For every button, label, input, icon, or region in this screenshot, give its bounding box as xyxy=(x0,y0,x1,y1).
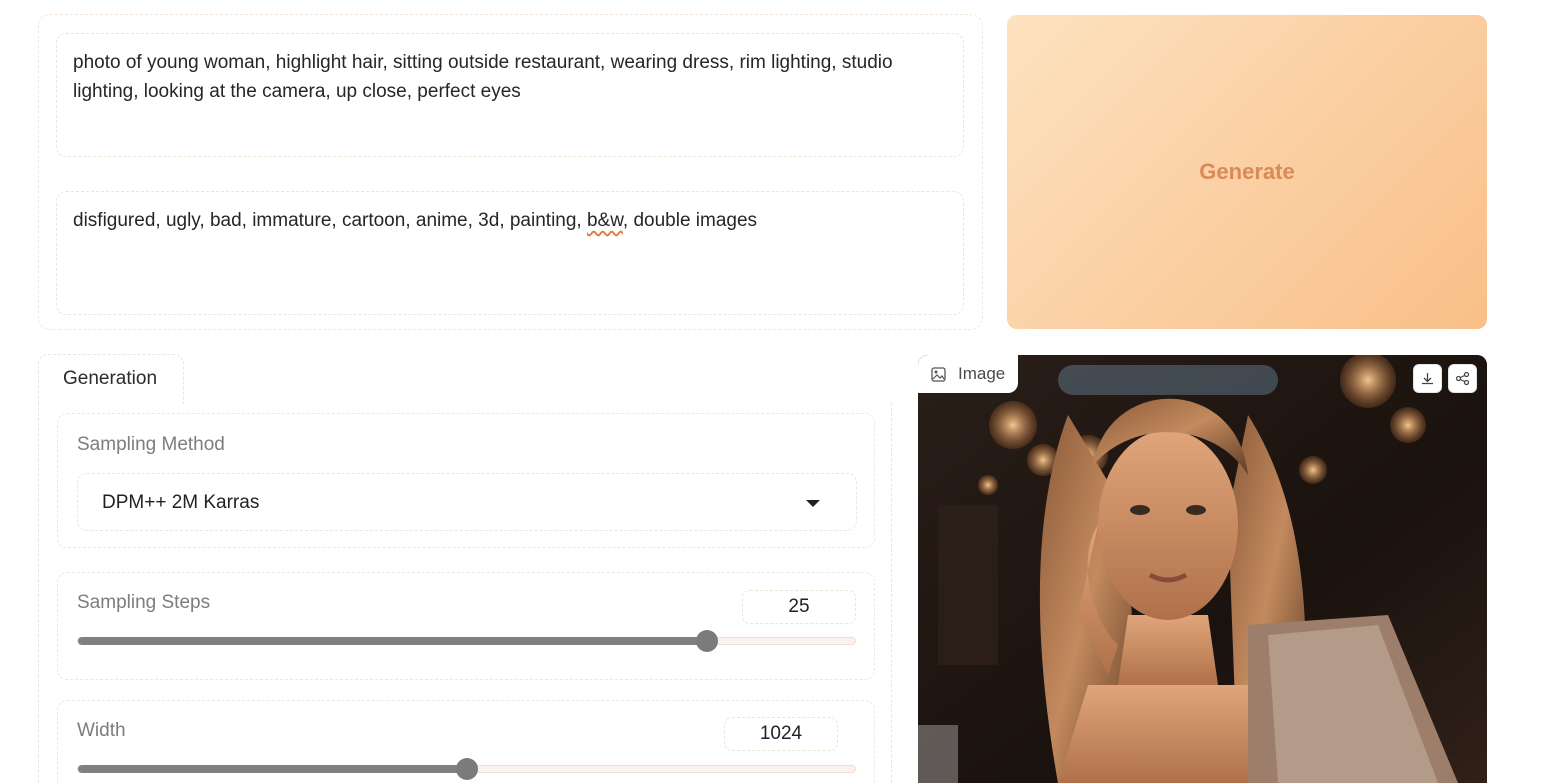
output-image-panel: Image xyxy=(918,355,1487,783)
generate-button[interactable]: Generate xyxy=(1007,15,1487,329)
share-icon xyxy=(1455,371,1470,386)
slider-fill xyxy=(78,637,708,645)
sampling-method-dropdown[interactable]: DPM++ 2M Karras xyxy=(77,473,857,531)
download-icon xyxy=(1422,373,1433,385)
generated-portrait-image xyxy=(918,355,1487,783)
negative-prompt-text: disfigured, ugly, bad, immature, cartoon… xyxy=(73,210,587,231)
caret-down-icon xyxy=(806,500,820,507)
sampling-steps-block: Sampling Steps xyxy=(57,572,875,680)
positive-prompt-input[interactable]: photo of young woman, highlight hair, si… xyxy=(56,33,964,157)
slider-thumb[interactable] xyxy=(455,758,478,780)
width-slider[interactable] xyxy=(77,758,856,780)
sampling-method-label: Sampling Method xyxy=(77,434,225,455)
download-button[interactable] xyxy=(1413,364,1442,393)
tab-content-generation: Sampling Method DPM++ 2M Karras Sampling… xyxy=(38,403,892,783)
slider-fill xyxy=(78,765,467,773)
sampling-steps-label: Sampling Steps xyxy=(77,592,211,613)
sampling-method-block: Sampling Method DPM++ 2M Karras xyxy=(57,413,875,548)
sampling-steps-input[interactable] xyxy=(742,590,856,624)
image-icon xyxy=(931,367,946,382)
spellcheck-flagged-word: b&w xyxy=(586,210,623,231)
share-button[interactable] xyxy=(1448,364,1477,393)
prompt-panel: photo of young woman, highlight hair, si… xyxy=(38,14,983,330)
width-block: Width xyxy=(57,700,875,783)
image-label: Image xyxy=(918,355,1018,393)
negative-prompt-text-end: , double images xyxy=(622,210,758,231)
width-input[interactable] xyxy=(724,717,838,751)
image-label-text: Image xyxy=(958,364,1006,383)
sampling-steps-slider[interactable] xyxy=(77,630,856,652)
tab-generation[interactable]: Generation xyxy=(38,354,184,404)
width-label: Width xyxy=(77,720,126,741)
settings-tabs: Generation Sampling Method DPM++ 2M Karr… xyxy=(38,354,892,783)
sampling-method-value: DPM++ 2M Karras xyxy=(102,492,260,513)
negative-prompt-input[interactable]: disfigured, ugly, bad, immature, cartoon… xyxy=(56,191,964,315)
slider-thumb[interactable] xyxy=(696,630,719,652)
